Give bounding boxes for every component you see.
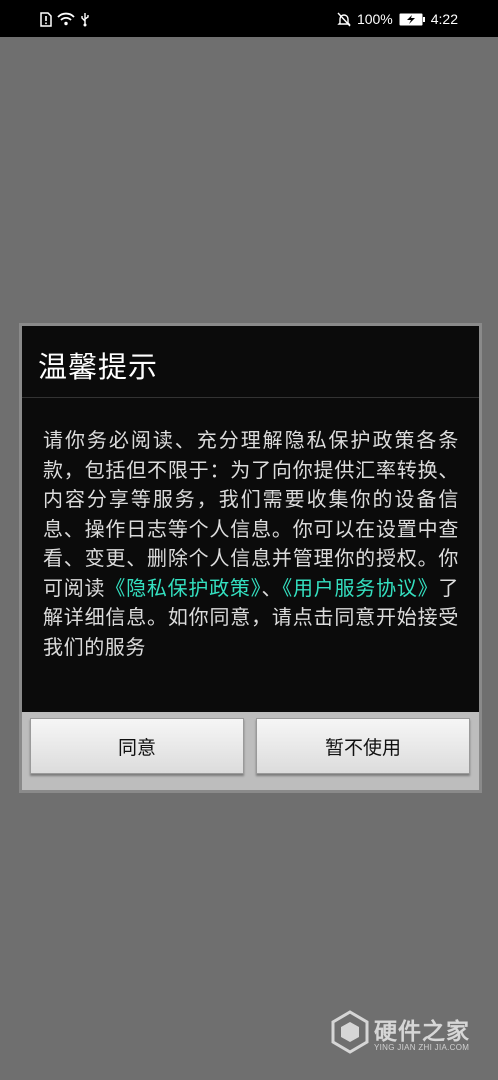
status-bar: 100% 4:22 xyxy=(0,0,498,37)
dialog-message: 请你务必阅读、充分理解隐私保护政策各条款，包括但不限于：为了向你提供汇率转换、内… xyxy=(43,426,459,662)
sim-alert-icon xyxy=(40,11,52,27)
link-separator: 、 xyxy=(261,575,283,600)
wifi-icon xyxy=(57,12,75,26)
decline-button[interactable]: 暂不使用 xyxy=(256,718,470,774)
mute-bell-icon xyxy=(337,12,351,27)
dialog-button-bar: 同意 暂不使用 xyxy=(22,712,479,790)
privacy-policy-link[interactable]: 《隐私保护政策》 xyxy=(105,576,261,600)
watermark-name: 硬件之家 xyxy=(374,1019,470,1045)
dialog-title: 温馨提示 xyxy=(38,350,159,384)
clock-time: 4:22 xyxy=(430,11,458,27)
watermark-logo-icon xyxy=(330,1010,370,1058)
user-agreement-link[interactable]: 《用户服务协议》 xyxy=(282,576,438,600)
battery-percent: 100% xyxy=(356,11,393,27)
privacy-dialog: 温馨提示 请你务必阅读、充分理解隐私保护政策各条款，包括但不限于：为了向你提供汇… xyxy=(19,323,482,793)
status-left-icons xyxy=(40,10,90,28)
battery-charging-icon xyxy=(399,13,425,26)
title-divider xyxy=(22,397,479,398)
status-right-icons: 100% 4:22 xyxy=(337,10,458,28)
watermark-domain: YING JIAN ZHI JIA.COM xyxy=(374,1043,470,1052)
usb-icon xyxy=(80,12,90,27)
message-text-part1: 请你务必阅读、充分理解隐私保护政策各条款，包括但不限于：为了向你提供汇率转换、内… xyxy=(43,428,459,600)
watermark: 硬件之家 YING JIAN ZHI JIA.COM xyxy=(330,1010,490,1058)
agree-button[interactable]: 同意 xyxy=(30,718,244,774)
